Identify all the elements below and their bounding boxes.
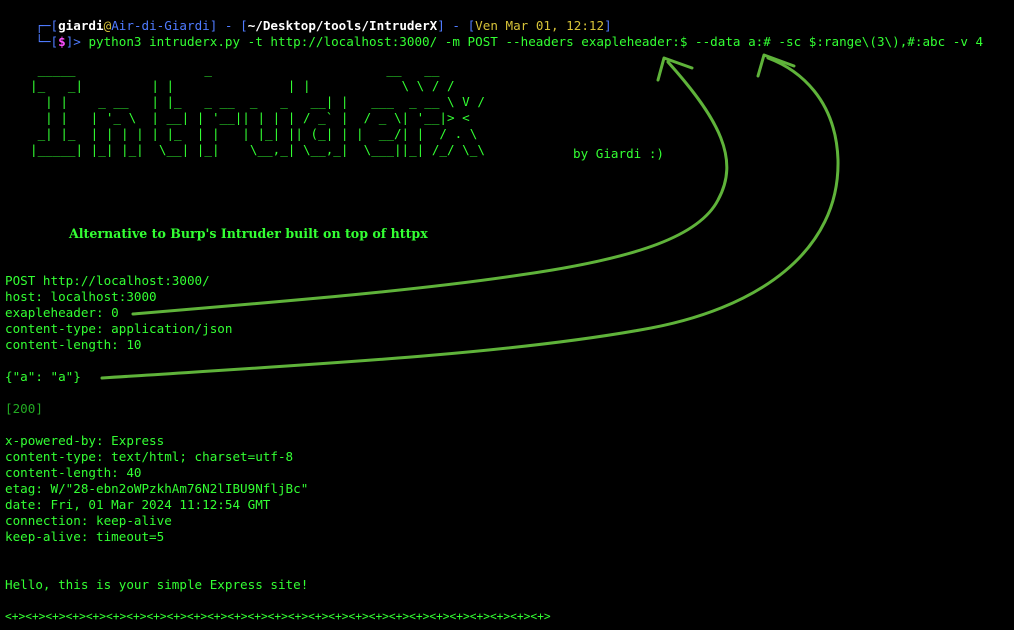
arrowhead-hash	[756, 53, 796, 78]
arrow-body-to-hash	[100, 56, 840, 380]
arrow-header-to-dollar	[131, 60, 729, 316]
terminal-window: ┌─[giardi@Air-di-Giardi] - [~/Desktop/to…	[0, 0, 1014, 630]
annotation-arrows	[100, 53, 840, 380]
